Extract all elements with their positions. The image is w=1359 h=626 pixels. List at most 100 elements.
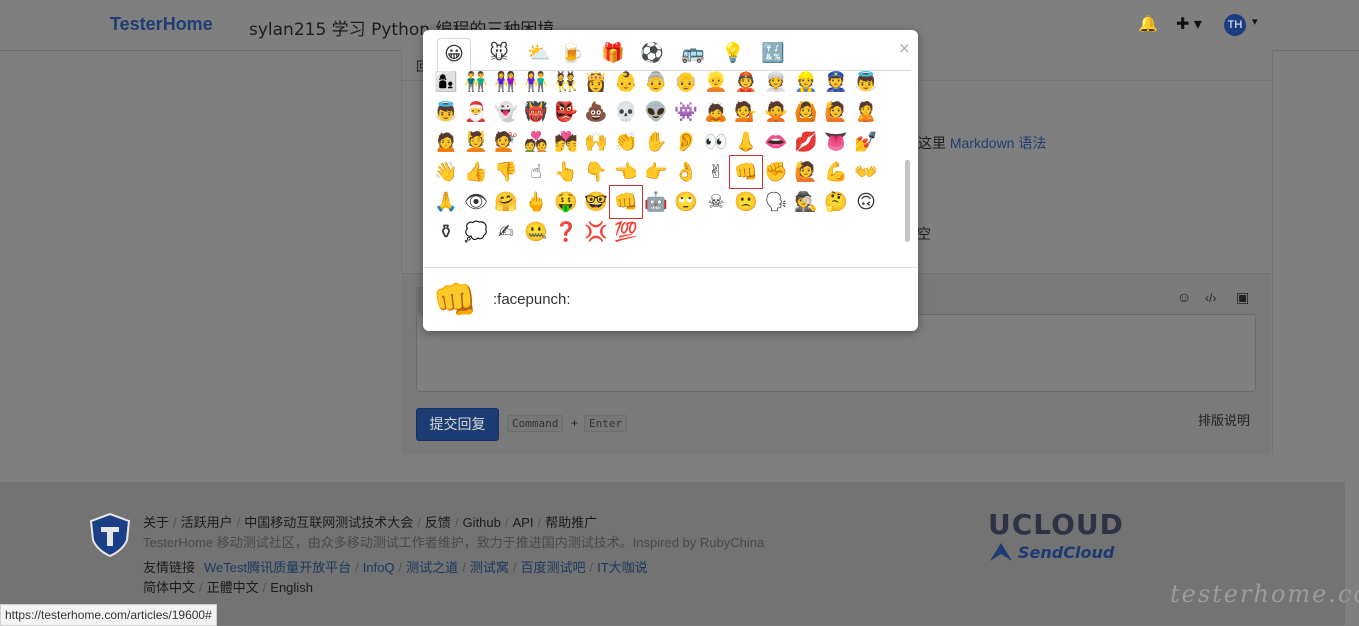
emoji-option[interactable]: 👾: [671, 97, 701, 127]
emoji-option[interactable]: 🕵: [791, 187, 821, 217]
emoji-option[interactable]: 👂: [671, 127, 701, 157]
emoji-option[interactable]: 👃: [731, 127, 761, 157]
emoji-option[interactable]: 💆: [461, 127, 491, 157]
emoji-option[interactable]: 🗣: [761, 187, 791, 217]
emoji-category-tab[interactable]: 🐭: [483, 38, 515, 70]
emoji-option[interactable]: 🙍: [431, 127, 461, 157]
footer-link[interactable]: 帮助推广: [545, 515, 597, 530]
emoji-option[interactable]: 🙋: [821, 97, 851, 127]
close-icon[interactable]: ×: [898, 39, 911, 57]
emoji-category-tab[interactable]: 💡: [717, 38, 749, 70]
emoji-option[interactable]: 👭: [491, 71, 521, 97]
emoji-category-tab[interactable]: 😀: [437, 38, 471, 71]
bell-icon[interactable]: 🔔: [1138, 14, 1158, 34]
markdown-syntax-link[interactable]: Markdown 语法: [950, 135, 1046, 151]
friend-link[interactable]: 测试之道: [406, 560, 458, 575]
emoji-option[interactable]: 🙏: [431, 187, 461, 217]
emoji-category-tab[interactable]: 🍺: [556, 38, 588, 70]
footer-link[interactable]: Github: [463, 515, 501, 530]
emoji-option[interactable]: 💢: [581, 217, 611, 247]
emoji-option[interactable]: 🎅: [461, 97, 491, 127]
emoji-option[interactable]: 👌: [671, 157, 701, 187]
code-icon[interactable]: ‹/›: [1205, 291, 1216, 305]
emoji-option[interactable]: 🙃: [851, 187, 881, 217]
friend-link[interactable]: 测试窝: [470, 560, 509, 575]
emoji-option[interactable]: 👲: [731, 71, 761, 97]
footer-link[interactable]: 反馈: [425, 515, 451, 530]
emoji-option[interactable]: 🙋: [791, 157, 821, 187]
emoji-option[interactable]: 🙆: [791, 97, 821, 127]
emoji-option[interactable]: 👹: [521, 97, 551, 127]
emoji-option[interactable]: 👅: [821, 127, 851, 157]
emoji-option[interactable]: 👊: [609, 185, 643, 219]
emoji-option[interactable]: 👮: [821, 71, 851, 97]
emoji-option[interactable]: 👻: [491, 97, 521, 127]
ucloud-logo[interactable]: UCLOUD: [988, 508, 1124, 541]
emoji-option[interactable]: 💏: [551, 127, 581, 157]
emoji-option[interactable]: 🤔: [821, 187, 851, 217]
submit-reply-button[interactable]: 提交回复: [416, 408, 499, 441]
emoji-option[interactable]: 👼: [431, 97, 461, 127]
emoji-option[interactable]: ☝: [521, 157, 551, 187]
footer-link[interactable]: API: [513, 515, 534, 530]
emoji-option[interactable]: 🙁: [731, 187, 761, 217]
emoji-option[interactable]: 👊: [729, 155, 763, 189]
emoji-option[interactable]: ✌: [701, 157, 731, 187]
emoji-option[interactable]: 💅: [851, 127, 881, 157]
emoji-option[interactable]: 👐: [851, 157, 881, 187]
emoji-option[interactable]: 🙌: [581, 127, 611, 157]
emoji-option[interactable]: ✊: [761, 157, 791, 187]
emoji-option[interactable]: 👸: [581, 71, 611, 97]
emoji-option[interactable]: 💇: [491, 127, 521, 157]
emoji-option[interactable]: 👀: [701, 127, 731, 157]
friend-link[interactable]: 百度测试吧: [520, 560, 585, 575]
emoji-option[interactable]: 👱: [701, 71, 731, 97]
emoji-option[interactable]: 👳: [761, 71, 791, 97]
formatting-help-link[interactable]: 排版说明: [1198, 410, 1250, 429]
emoji-option[interactable]: 👽: [641, 97, 671, 127]
emoji-category-tab[interactable]: 🚌: [677, 38, 709, 70]
emoji-option[interactable]: 💩: [581, 97, 611, 127]
emoji-icon[interactable]: ☺: [1177, 289, 1191, 305]
emoji-option[interactable]: 💁: [731, 97, 761, 127]
footer-link[interactable]: 中国移动互联网测试技术大会: [244, 515, 413, 530]
emoji-option[interactable]: 🙄: [671, 187, 701, 217]
friend-link[interactable]: InfoQ: [363, 560, 395, 575]
emoji-option[interactable]: 👇: [581, 157, 611, 187]
image-icon[interactable]: ▣: [1236, 289, 1249, 306]
emoji-grid-scrollbar[interactable]: [905, 160, 910, 242]
emoji-category-tab[interactable]: ⛅: [523, 38, 555, 70]
emoji-option[interactable]: 💀: [611, 97, 641, 127]
sendcloud-logo[interactable]: SendCloud: [1018, 543, 1114, 562]
emoji-option[interactable]: 👺: [551, 97, 581, 127]
emoji-option[interactable]: 🤗: [491, 187, 521, 217]
emoji-option[interactable]: 👏: [611, 127, 641, 157]
emoji-option[interactable]: 👫: [521, 71, 551, 97]
emoji-option[interactable]: 💭: [461, 217, 491, 247]
emoji-option[interactable]: ✍: [491, 217, 521, 247]
footer-link[interactable]: 关于: [143, 515, 169, 530]
new-item-menu-button[interactable]: ✚ ▾: [1176, 14, 1202, 34]
emoji-option[interactable]: 👆: [551, 157, 581, 187]
emoji-option[interactable]: 👎: [491, 157, 521, 187]
emoji-option[interactable]: 🤖: [641, 187, 671, 217]
emoji-option[interactable]: 👉: [641, 157, 671, 187]
emoji-option[interactable]: 👄: [761, 127, 791, 157]
brand-logo[interactable]: TesterHome: [110, 14, 213, 35]
emoji-option[interactable]: 🤐: [521, 217, 551, 247]
emoji-option[interactable]: 👼: [851, 71, 881, 97]
emoji-category-tab[interactable]: 🎁: [597, 38, 629, 70]
emoji-option[interactable]: 👬: [461, 71, 491, 97]
emoji-option[interactable]: 💋: [791, 127, 821, 157]
language-option[interactable]: 正體中文: [207, 580, 259, 595]
emoji-option[interactable]: 🙅: [761, 97, 791, 127]
emoji-option[interactable]: 🙎: [851, 97, 881, 127]
emoji-option[interactable]: 👴: [671, 71, 701, 97]
friend-link[interactable]: WeTest腾讯质量开放平台: [204, 560, 351, 575]
emoji-option[interactable]: 🤑: [551, 187, 581, 217]
emoji-option[interactable]: 👁: [461, 187, 491, 217]
emoji-option[interactable]: ☠: [701, 187, 731, 217]
emoji-option[interactable]: 👩‍👦: [431, 71, 461, 97]
emoji-option[interactable]: 👷: [791, 71, 821, 97]
emoji-option[interactable]: 👶: [611, 71, 641, 97]
